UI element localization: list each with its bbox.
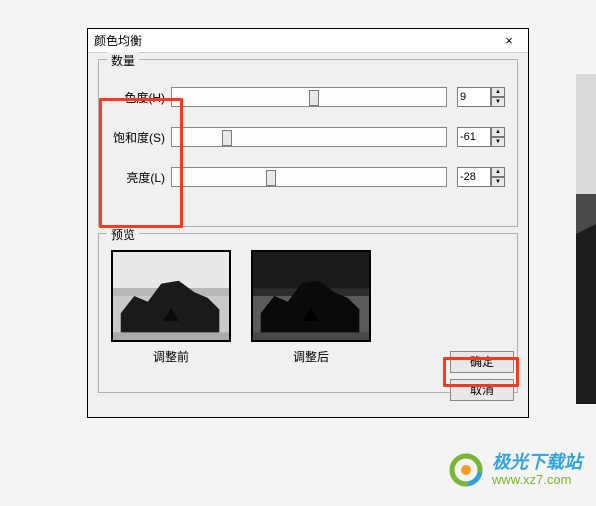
saturation-spin-down-icon[interactable]: ▼	[491, 137, 505, 147]
preview-after-label: 调整后	[293, 348, 329, 365]
lightness-spin-down-icon[interactable]: ▼	[491, 177, 505, 187]
hue-label: 色度(H)	[107, 89, 171, 106]
hue-spin-up-icon[interactable]: ▲	[491, 87, 505, 97]
brand-url: www.xz7.com	[492, 473, 582, 487]
preview-after-col: 调整后	[251, 250, 371, 384]
lightness-slider[interactable]	[171, 167, 447, 187]
brand-logo-icon	[448, 452, 484, 488]
saturation-label: 饱和度(S)	[107, 129, 171, 146]
row-lightness: 亮度(L) ▲ ▼	[107, 160, 509, 194]
lightness-spinbox: ▲ ▼	[457, 167, 509, 187]
background-image-strip	[576, 74, 596, 404]
dialog-title: 颜色均衡	[94, 32, 496, 49]
brand-name: 极光下载站	[492, 453, 582, 473]
color-balance-dialog: 颜色均衡 × 数量 色度(H) ▲ ▼ 饱和度(S)	[87, 28, 529, 418]
preview-before-col: 调整前	[111, 250, 231, 384]
hue-spinbox: ▲ ▼	[457, 87, 509, 107]
saturation-slider-thumb[interactable]	[222, 130, 232, 146]
lightness-spin-up-icon[interactable]: ▲	[491, 167, 505, 177]
quantity-group: 数量 色度(H) ▲ ▼ 饱和度(S)	[98, 59, 518, 227]
hue-slider[interactable]	[171, 87, 447, 107]
preview-after-image	[251, 250, 371, 342]
saturation-input[interactable]	[457, 127, 491, 147]
saturation-slider[interactable]	[171, 127, 447, 147]
preview-before-label: 调整前	[153, 348, 189, 365]
lightness-label: 亮度(L)	[107, 169, 171, 186]
row-hue: 色度(H) ▲ ▼	[107, 80, 509, 114]
saturation-spinbox: ▲ ▼	[457, 127, 509, 147]
preview-group-label: 预览	[107, 226, 139, 243]
lightness-slider-thumb[interactable]	[266, 170, 276, 186]
preview-before-image	[111, 250, 231, 342]
brand-watermark: 极光下载站 www.xz7.com	[448, 452, 582, 488]
titlebar: 颜色均衡 ×	[88, 29, 528, 53]
cancel-button[interactable]: 取消	[450, 379, 514, 401]
ok-button[interactable]: 确定	[450, 351, 514, 373]
quantity-group-label: 数量	[107, 52, 139, 69]
row-saturation: 饱和度(S) ▲ ▼	[107, 120, 509, 154]
hue-slider-thumb[interactable]	[309, 90, 319, 106]
close-icon[interactable]: ×	[496, 32, 522, 50]
lightness-input[interactable]	[457, 167, 491, 187]
hue-input[interactable]	[457, 87, 491, 107]
dialog-buttons: 确定 取消	[450, 351, 514, 401]
hue-spin-down-icon[interactable]: ▼	[491, 97, 505, 107]
saturation-spin-up-icon[interactable]: ▲	[491, 127, 505, 137]
